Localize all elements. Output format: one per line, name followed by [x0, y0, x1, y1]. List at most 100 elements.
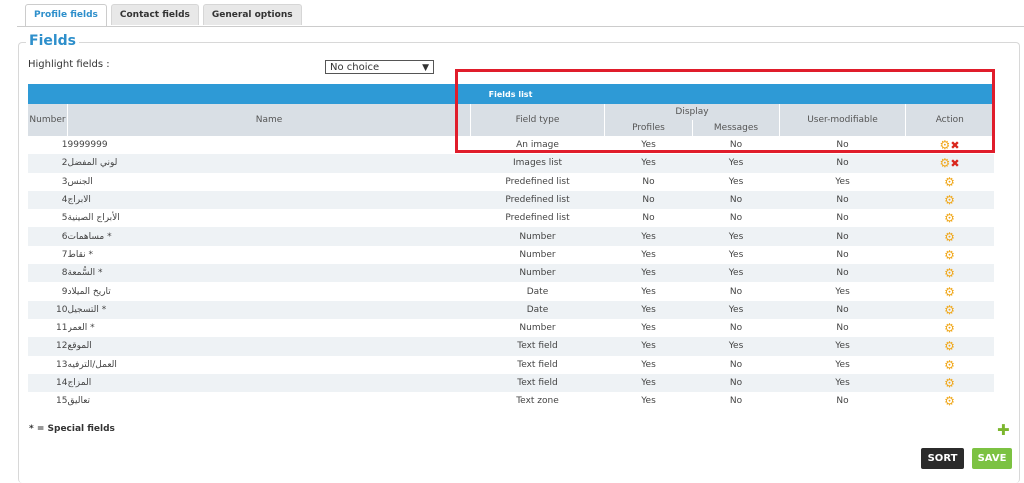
gear-icon[interactable]: ⚙ [944, 230, 955, 244]
row-actions: ⚙ [905, 300, 994, 319]
table-row: 5 الأبراج الصينية Predefined list No No No ⚙ [28, 209, 994, 227]
gear-icon[interactable]: ⚙ [944, 285, 955, 299]
row-field-type: An image [516, 140, 559, 151]
tab-divider [17, 26, 1024, 27]
row-field-type: Date [526, 286, 549, 297]
close-icon[interactable]: ✖ [950, 157, 959, 170]
row-name: 9999999 [67, 140, 108, 151]
row-messages: Yes [692, 300, 780, 319]
gear-icon[interactable]: ⚙ [944, 394, 955, 408]
row-number: 11 [56, 323, 68, 334]
row-actions: ⚙ [905, 264, 994, 283]
row-user-modifiable: Yes [835, 176, 850, 187]
row-user-modifiable: No [779, 154, 906, 173]
gear-icon[interactable]: ⚙ [940, 156, 951, 170]
row-messages: No [729, 213, 743, 224]
row-number: 13 [56, 359, 68, 370]
gear-icon[interactable]: ⚙ [944, 211, 955, 225]
row-number: 6 [27, 227, 68, 246]
row-name: * التسجيل [67, 300, 471, 319]
row-user-modifiable: No [779, 264, 906, 283]
row-field-type: Text field [517, 359, 558, 370]
row-name: * العمر [67, 323, 95, 334]
header-display: Display [604, 104, 780, 120]
row-messages: Yes [692, 264, 780, 283]
table-row: 12 الموقع Text field Yes Yes Yes ⚙ [27, 337, 994, 356]
table-row: 11 * العمر Number Yes No No ⚙ [28, 319, 994, 337]
row-messages: No [729, 286, 743, 297]
gear-icon[interactable]: ⚙ [944, 193, 955, 207]
tab-profile-fields[interactable]: Profile fields [25, 4, 107, 27]
gear-icon[interactable]: ⚙ [944, 175, 955, 189]
row-number: 4 [27, 190, 68, 210]
highlight-select[interactable]: No choice ▼ [325, 60, 434, 74]
row-field-type: Date [470, 300, 605, 319]
row-name: تعاليق [67, 396, 91, 407]
row-field-type: Predefined list [505, 213, 570, 224]
row-actions: ⚙ [906, 209, 994, 227]
header-profiles: Profiles [604, 120, 693, 136]
row-field-type: Images list [470, 154, 605, 173]
gear-icon[interactable]: ⚙ [944, 248, 955, 262]
table-row: 10 * التسجيل Date Yes Yes No ⚙ [27, 300, 994, 319]
plus-icon[interactable]: ✚ [997, 421, 1010, 439]
table-row: 3 الجنس Predefined list No Yes Yes ⚙ [28, 173, 994, 191]
gear-icon[interactable]: ⚙ [944, 266, 955, 280]
gear-icon[interactable]: ⚙ [940, 138, 951, 152]
row-messages: Yes [728, 176, 744, 187]
row-profiles: Yes [641, 359, 656, 370]
highlight-selected-value: No choice [330, 62, 380, 73]
row-profiles: Yes [641, 140, 656, 151]
row-name: العمل/الترفيه [67, 359, 117, 370]
table-row: 14 المزاج Text field Yes No Yes ⚙ [27, 373, 994, 393]
gear-icon[interactable]: ⚙ [944, 321, 955, 335]
header-messages: Messages [692, 120, 780, 136]
sort-button[interactable]: SORT [921, 448, 964, 469]
row-number: 10 [27, 300, 68, 319]
tab-general-options[interactable]: General options [202, 4, 302, 25]
row-messages: Yes [692, 227, 780, 246]
row-messages: No [692, 190, 780, 210]
row-messages: Yes [692, 154, 780, 173]
row-name: الجنس [67, 176, 93, 187]
row-name: تاريخ الميلاد [67, 286, 111, 297]
tab-contact-fields[interactable]: Contact fields [110, 4, 199, 25]
row-number: 12 [27, 337, 68, 356]
row-actions: ⚙✖ [905, 154, 994, 173]
row-actions: ⚙ [906, 356, 994, 374]
gear-icon[interactable]: ⚙ [944, 358, 955, 372]
row-actions: ⚙ [905, 227, 994, 246]
row-number: 15 [56, 396, 68, 407]
gear-icon[interactable]: ⚙ [944, 339, 955, 353]
row-profiles: Yes [641, 249, 656, 260]
row-messages: No [692, 373, 780, 393]
row-profiles: No [642, 213, 655, 224]
row-actions: ⚙ [905, 337, 994, 356]
gear-icon[interactable]: ⚙ [944, 303, 955, 317]
row-name: * نقاط [67, 249, 93, 260]
row-user-modifiable: No [779, 300, 906, 319]
close-icon[interactable]: ✖ [950, 139, 959, 152]
row-user-modifiable: Yes [779, 337, 906, 356]
fields-table: Fields list Number Name Field type Displ… [27, 84, 994, 410]
row-field-type: Predefined list [470, 190, 605, 210]
row-user-modifiable: Yes [835, 286, 850, 297]
table-row: 9 تاريخ الميلاد Date Yes No Yes ⚙ [28, 282, 994, 300]
row-user-modifiable: No [836, 213, 849, 224]
row-field-type: Text field [470, 373, 605, 393]
gear-icon[interactable]: ⚙ [944, 376, 955, 390]
highlight-label: Highlight fields : [28, 59, 110, 70]
row-profiles: No [642, 176, 655, 187]
fieldset-title: Fields [26, 33, 80, 49]
row-profiles: Yes [604, 154, 693, 173]
table-row: 8 * السُّمعة Number Yes Yes No ⚙ [27, 264, 994, 283]
row-messages: No [729, 140, 743, 151]
row-name: * السُّمعة [67, 264, 471, 283]
save-button[interactable]: SAVE [972, 448, 1012, 469]
row-actions: ⚙ [905, 190, 994, 210]
table-row: 13 العمل/الترفيه Text field Yes No Yes ⚙ [28, 356, 994, 374]
row-actions: ⚙✖ [906, 136, 994, 154]
row-field-type: Number [470, 264, 605, 283]
row-user-modifiable: No [836, 323, 849, 334]
row-field-type: Predefined list [505, 176, 570, 187]
